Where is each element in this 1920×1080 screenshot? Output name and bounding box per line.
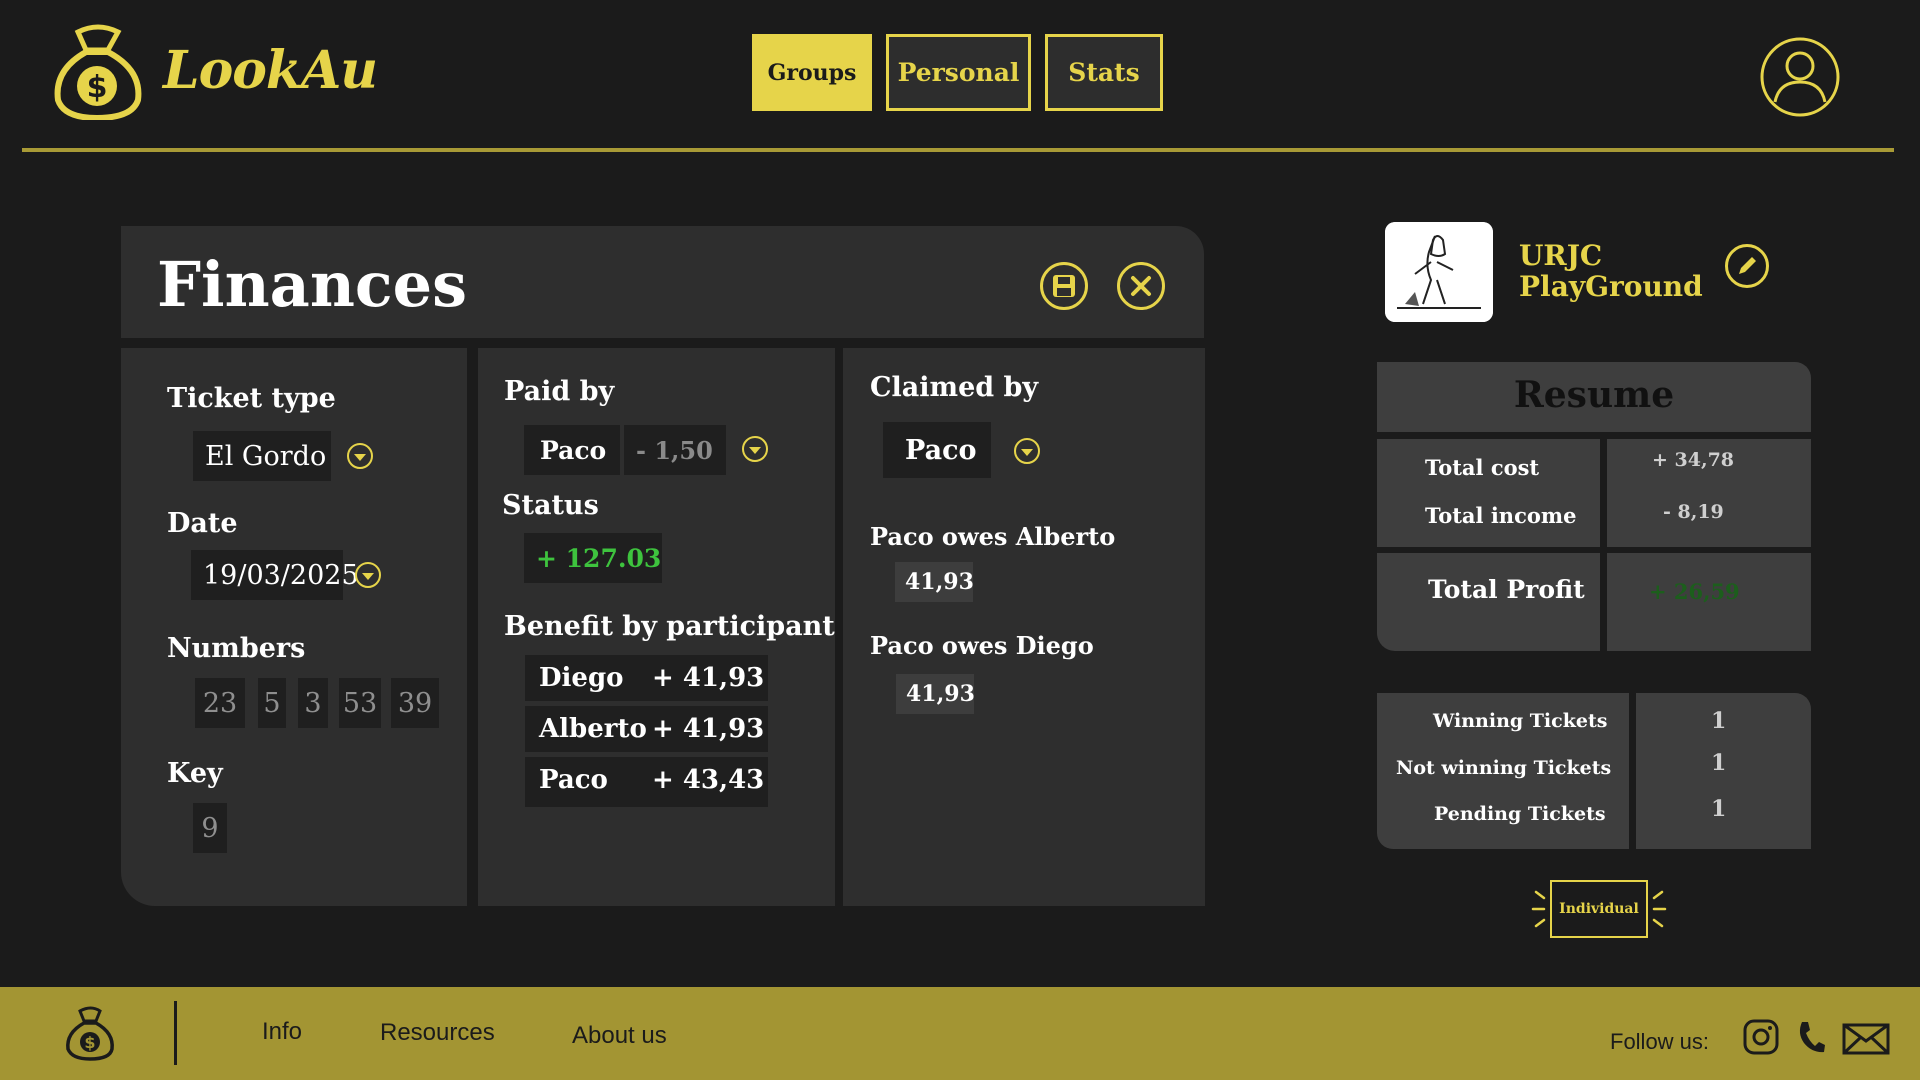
save-icon xyxy=(1053,275,1075,297)
key-box[interactable]: 9 xyxy=(193,803,227,853)
resume-header: Resume xyxy=(1377,362,1811,432)
numbers-label: Numbers xyxy=(167,633,306,664)
participant-benefit: + 41,93 xyxy=(652,714,765,744)
follow-label: Follow us: xyxy=(1610,1029,1710,1054)
total-profit-value: + 26,59 xyxy=(1649,579,1740,604)
claimed-by-select[interactable]: Paco xyxy=(883,422,991,478)
date-label: Date xyxy=(167,508,238,539)
resume-labels-cell: Total cost Total income xyxy=(1377,439,1600,547)
tab-groups[interactable]: Groups xyxy=(752,34,872,111)
participant-name: Alberto xyxy=(539,714,647,744)
footer: $ Info Resources About us Follow us: xyxy=(0,987,1920,1080)
participant-benefit: + 43,43 xyxy=(652,765,765,795)
total-income-label: Total income xyxy=(1425,503,1577,528)
key-label: Key xyxy=(167,758,223,789)
group-name: URJC PlayGround xyxy=(1519,240,1703,302)
chevron-down-icon[interactable] xyxy=(1013,437,1041,465)
total-cost-label: Total cost xyxy=(1425,455,1540,480)
total-profit-label: Total Profit xyxy=(1428,575,1585,604)
pending-value: 1 xyxy=(1711,796,1727,822)
money-bag-icon[interactable]: $ xyxy=(64,1005,116,1061)
ticket-stats-labels: Winning Tickets Not winning Tickets Pend… xyxy=(1377,693,1629,849)
total-profit-value-cell: + 26,59 xyxy=(1607,553,1811,651)
payment-column: Paid by Paco - 1,50 Status + 127.03 Bene… xyxy=(478,348,835,906)
benefit-label: Benefit by participant xyxy=(504,611,835,642)
chevron-down-icon[interactable] xyxy=(354,561,382,589)
app-logo[interactable]: $ LookAu xyxy=(50,20,378,120)
tab-personal[interactable]: Personal xyxy=(886,34,1031,111)
tab-stats[interactable]: Stats xyxy=(1045,34,1163,111)
footer-divider xyxy=(174,1001,177,1065)
resume-title: Resume xyxy=(1513,374,1675,416)
close-button[interactable] xyxy=(1117,262,1165,310)
total-profit-label-cell: Total Profit xyxy=(1377,553,1600,651)
footer-link-info[interactable]: Info xyxy=(262,1018,302,1046)
number-box[interactable]: 53 xyxy=(339,678,381,728)
svg-text:$: $ xyxy=(84,1033,95,1052)
page-title: Finances xyxy=(157,248,467,321)
chevron-down-icon[interactable] xyxy=(741,435,769,463)
date-input[interactable]: 19/03/2025 xyxy=(191,550,359,600)
debt-value: 41,93 xyxy=(895,562,974,602)
pencil-icon xyxy=(1739,257,1756,274)
claimed-by-label: Claimed by xyxy=(870,372,1039,403)
winning-value: 1 xyxy=(1711,708,1727,734)
footer-link-about[interactable]: About us xyxy=(572,1022,667,1050)
status-label: Status xyxy=(502,490,599,521)
footer-link-resources[interactable]: Resources xyxy=(380,1019,495,1047)
not-winning-label: Not winning Tickets xyxy=(1396,757,1612,779)
benefit-row: Alberto + 41,93 xyxy=(525,706,768,752)
phone-icon[interactable] xyxy=(1796,1019,1826,1055)
group-avatar[interactable] xyxy=(1385,222,1493,322)
group-name-line: PlayGround xyxy=(1519,270,1703,303)
close-icon xyxy=(1131,276,1151,296)
edit-group-button[interactable] xyxy=(1725,244,1769,288)
participant-name: Diego xyxy=(539,663,624,693)
number-box[interactable]: 3 xyxy=(298,678,328,728)
save-button[interactable] xyxy=(1040,262,1088,310)
finances-header: Finances xyxy=(121,226,1204,338)
benefit-row: Diego + 41,93 xyxy=(525,655,768,701)
winning-label: Winning Tickets xyxy=(1433,710,1608,732)
instagram-icon[interactable] xyxy=(1743,1019,1779,1055)
ticket-stats-values: 1 1 1 xyxy=(1636,693,1811,849)
participant-name: Paco xyxy=(539,765,608,795)
svg-text:$: $ xyxy=(87,70,108,105)
ticket-type-select[interactable]: El Gordo xyxy=(193,431,331,481)
total-cost-value: + 34,78 xyxy=(1652,449,1735,471)
header-divider xyxy=(22,148,1894,152)
user-icon[interactable] xyxy=(1759,36,1841,118)
total-income-value: - 8,19 xyxy=(1663,501,1724,523)
paid-by-select[interactable]: Paco xyxy=(524,425,620,475)
paid-amount: - 1,50 xyxy=(624,425,726,475)
debt-value: 41,93 xyxy=(896,674,975,714)
individual-button[interactable]: Individual xyxy=(1550,880,1648,938)
number-box[interactable]: 39 xyxy=(391,678,439,728)
benefit-row: Paco + 43,43 xyxy=(525,757,768,807)
app-name: LookAu xyxy=(163,39,378,101)
ticket-type-label: Ticket type xyxy=(167,383,336,414)
main-nav: Groups Personal Stats xyxy=(752,34,1163,111)
resume-values-cell: + 34,78 - 8,19 xyxy=(1607,439,1811,547)
chevron-down-icon[interactable] xyxy=(346,442,374,470)
pending-label: Pending Tickets xyxy=(1434,803,1606,825)
mail-icon[interactable] xyxy=(1842,1023,1890,1055)
status-value: + 127.03 xyxy=(524,533,662,583)
claims-column: Claimed by Paco Paco owes Alberto 41,93 … xyxy=(843,348,1205,906)
money-bag-icon: $ xyxy=(54,24,142,120)
not-winning-value: 1 xyxy=(1711,750,1727,776)
debt-label: Paco owes Diego xyxy=(870,631,1094,660)
participant-benefit: + 41,93 xyxy=(652,663,765,693)
ticket-details-column: Ticket type El Gordo Date 19/03/2025 Num… xyxy=(121,348,467,906)
number-box[interactable]: 23 xyxy=(195,678,245,728)
paid-by-label: Paid by xyxy=(504,376,615,407)
debt-label: Paco owes Alberto xyxy=(870,522,1116,551)
number-box[interactable]: 5 xyxy=(258,678,286,728)
group-name-line: URJC xyxy=(1519,239,1603,272)
